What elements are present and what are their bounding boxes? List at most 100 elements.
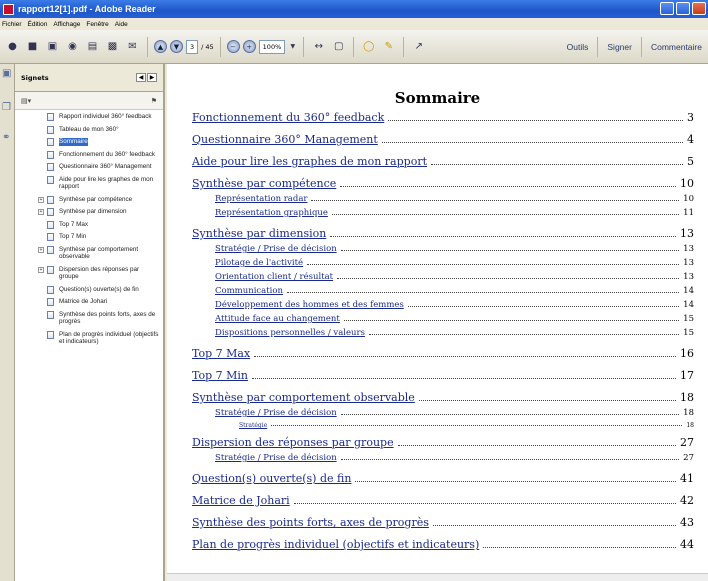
- chevron-down-icon[interactable]: ▼: [288, 38, 297, 55]
- bookmark-item[interactable]: Top 7 Min: [15, 233, 163, 241]
- toc-entry[interactable]: Aide pour lire les graphes de mon rappor…: [192, 155, 694, 168]
- share-icon[interactable]: ▣: [44, 38, 61, 55]
- toc-entry[interactable]: Communication 14: [215, 286, 694, 296]
- toc-entry[interactable]: Attitude face au changement 15: [215, 314, 694, 324]
- bookmark-item[interactable]: Tableau de mon 360°: [15, 125, 163, 134]
- fit-width-icon[interactable]: ↔: [310, 38, 327, 55]
- comment-button[interactable]: Commentaire: [645, 42, 708, 52]
- toc-link[interactable]: Développement des hommes et des femmes: [215, 300, 404, 310]
- toc-entry[interactable]: Plan de progrès individuel (objectifs et…: [192, 538, 694, 551]
- toc-entry[interactable]: Stratégie / Prise de décision 18: [215, 408, 694, 418]
- bookmark-item[interactable]: Aide pour lire les graphes de mon rappor…: [15, 175, 163, 191]
- menu-aide[interactable]: Aide: [115, 21, 128, 28]
- open-icon[interactable]: ●: [4, 38, 21, 55]
- horizontal-scrollbar[interactable]: [167, 573, 708, 581]
- menu-fenetre[interactable]: Fenêtre: [86, 21, 108, 28]
- toc-link[interactable]: Représentation radar: [215, 194, 307, 204]
- toc-entry[interactable]: Synthèse par dimension 13: [192, 227, 694, 240]
- toc-entry[interactable]: Matrice de Johari 42: [192, 494, 694, 507]
- next-page-icon[interactable]: ▼: [170, 40, 183, 53]
- bookmark-item[interactable]: Rapport individuel 360° feedback: [15, 113, 163, 121]
- previous-page-icon[interactable]: ▲: [154, 40, 167, 53]
- toc-entry[interactable]: Dispersion des réponses par groupe 27: [192, 436, 694, 449]
- toc-link[interactable]: Plan de progrès individuel (objectifs et…: [192, 538, 479, 551]
- toc-entry[interactable]: Synthèse des points forts, axes de progr…: [192, 516, 694, 529]
- toc-entry[interactable]: Stratégie / Prise de décision 27: [215, 453, 694, 463]
- delete-bookmark-icon[interactable]: ⚑: [151, 97, 157, 105]
- toc-entry[interactable]: Top 7 Max 16: [192, 347, 694, 360]
- sign-button[interactable]: Signer: [601, 42, 638, 52]
- bookmark-item[interactable]: Synthèse des points forts, axes de progr…: [15, 310, 163, 326]
- zoom-out-icon[interactable]: −: [226, 40, 240, 53]
- toc-entry[interactable]: Représentation graphique 11: [215, 208, 694, 218]
- toc-link[interactable]: Question(s) ouverte(s) de fin: [192, 472, 351, 485]
- toc-link[interactable]: Synthèse par comportement observable: [192, 391, 415, 404]
- bookmark-item[interactable]: + Synthèse par comportement observable: [15, 245, 163, 261]
- toc-entry[interactable]: Question(s) ouverte(s) de fin 41: [192, 472, 694, 485]
- bookmark-item[interactable]: Fonctionnement du 360° feedback: [15, 150, 163, 159]
- toc-entry[interactable]: Stratégie / Prise de décision 13: [215, 244, 694, 254]
- toc-entry[interactable]: Synthèse par comportement observable 18: [192, 391, 694, 404]
- page-number-input[interactable]: 3: [186, 39, 199, 54]
- toc-link[interactable]: Stratégie / Prise de décision: [215, 244, 337, 254]
- bookmark-item[interactable]: Questionnaire 360° Management: [15, 163, 163, 171]
- minimize-button[interactable]: [660, 2, 674, 15]
- highlight-icon[interactable]: ✎: [380, 38, 397, 55]
- toc-entry[interactable]: Orientation client / résultat 13: [215, 272, 694, 282]
- toc-link[interactable]: Représentation graphique: [215, 208, 328, 218]
- toc-link[interactable]: Synthèse des points forts, axes de progr…: [192, 516, 429, 529]
- bookmark-item[interactable]: Top 7 Max: [15, 220, 163, 229]
- bookmark-item[interactable]: Plan de progrès individuel (objectifs et…: [15, 330, 163, 346]
- print-icon[interactable]: ▩: [104, 38, 121, 55]
- toc-link[interactable]: Synthèse par dimension: [192, 227, 326, 240]
- expand-icon[interactable]: +: [38, 246, 44, 253]
- zoom-in-icon[interactable]: +: [242, 40, 256, 53]
- panel-collapse-button[interactable]: ▶: [147, 73, 157, 82]
- toc-entry[interactable]: Stratégie 18: [239, 422, 694, 429]
- toc-link[interactable]: Stratégie / Prise de décision: [215, 453, 337, 463]
- pages-icon[interactable]: ▣: [2, 68, 13, 79]
- toc-link[interactable]: Orientation client / résultat: [215, 272, 333, 282]
- toc-link[interactable]: Dispersion des réponses par groupe: [192, 436, 394, 449]
- toc-link[interactable]: Dispositions personnelles / valeurs: [215, 328, 365, 338]
- tools-button[interactable]: Outils: [561, 42, 595, 52]
- bookmark-item[interactable]: + Synthèse par compétence: [15, 195, 163, 204]
- toc-link[interactable]: Questionnaire 360° Management: [192, 133, 378, 146]
- zoom-select[interactable]: 100%: [258, 39, 286, 54]
- collaborate-icon[interactable]: ◉: [64, 38, 81, 55]
- toc-link[interactable]: Synthèse par compétence: [192, 177, 336, 190]
- create-pdf-icon[interactable]: ■: [24, 38, 41, 55]
- toc-link[interactable]: Fonctionnement du 360° feedback: [192, 111, 384, 124]
- save-icon[interactable]: ▤: [84, 38, 101, 55]
- expand-icon[interactable]: +: [38, 196, 44, 203]
- toc-link[interactable]: Top 7 Max: [192, 347, 250, 360]
- menu-affichage[interactable]: Affichage: [53, 21, 80, 28]
- bookmark-item[interactable]: Sommaire: [15, 138, 163, 146]
- toc-link[interactable]: Top 7 Min: [192, 369, 248, 382]
- expand-icon[interactable]: +: [38, 209, 44, 215]
- fullscreen-icon[interactable]: ↗: [410, 38, 427, 55]
- toc-link[interactable]: Communication: [215, 286, 283, 296]
- toc-entry[interactable]: Synthèse par compétence 10: [192, 177, 694, 190]
- comment-bubble-icon[interactable]: ◯: [360, 38, 377, 55]
- bookmarks-icon[interactable]: ❐: [2, 102, 13, 113]
- toc-link[interactable]: Attitude face au changement: [215, 314, 340, 324]
- toc-entry[interactable]: Dispositions personnelles / valeurs 15: [215, 328, 694, 338]
- bookmark-item[interactable]: + Dispersion des réponses par groupe: [15, 265, 163, 281]
- toc-link[interactable]: Matrice de Johari: [192, 494, 290, 507]
- menu-edition[interactable]: Édition: [28, 21, 48, 28]
- bookmark-item[interactable]: + Synthèse par dimension: [15, 208, 163, 216]
- email-icon[interactable]: ✉: [124, 38, 141, 55]
- toc-link[interactable]: Aide pour lire les graphes de mon rappor…: [192, 155, 427, 168]
- toc-entry[interactable]: Pilotage de l'activité 13: [215, 258, 694, 268]
- maximize-button[interactable]: [676, 2, 690, 15]
- toc-entry[interactable]: Questionnaire 360° Management 4: [192, 133, 694, 146]
- toc-link[interactable]: Stratégie / Prise de décision: [215, 408, 337, 418]
- close-button[interactable]: [692, 2, 706, 15]
- toc-entry[interactable]: Développement des hommes et des femmes 14: [215, 300, 694, 310]
- toc-entry[interactable]: Représentation radar 10: [215, 194, 694, 204]
- bookmark-item[interactable]: Matrice de Johari: [15, 298, 163, 306]
- menu-fichier[interactable]: Fichier: [2, 21, 22, 28]
- expand-icon[interactable]: +: [38, 266, 44, 273]
- bookmark-options-icon[interactable]: ▤▾: [21, 97, 31, 105]
